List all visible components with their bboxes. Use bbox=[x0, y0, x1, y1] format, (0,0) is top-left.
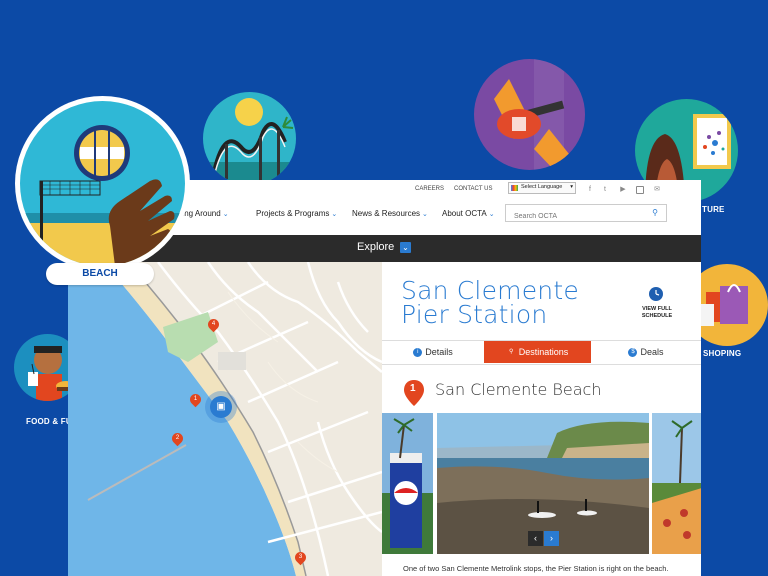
nav-about-octa[interactable]: About OCTA ⌄ bbox=[442, 209, 495, 218]
chevron-down-icon: ▾ bbox=[570, 184, 573, 190]
map-marker-3[interactable]: 3 bbox=[292, 549, 309, 566]
photo-san-clemente-beach bbox=[437, 413, 649, 554]
google-icon bbox=[511, 185, 518, 191]
tab-destinations[interactable]: ⚲ Destinations bbox=[484, 341, 591, 363]
map-marker-number: 1 bbox=[193, 396, 198, 402]
search-input[interactable] bbox=[512, 212, 646, 221]
map-marker-1[interactable]: 1 bbox=[187, 391, 204, 408]
beach-circle-wrap bbox=[15, 96, 190, 271]
station-tabs: i Details ⚲ Destinations $ Deals bbox=[382, 340, 701, 365]
nav-news-resources[interactable]: News & Resources ⌄ bbox=[352, 209, 428, 218]
guitar-icon bbox=[494, 59, 569, 170]
carousel-next-button[interactable]: › bbox=[544, 531, 559, 546]
chevron-down-icon: ⌄ bbox=[222, 211, 229, 218]
photo-drink bbox=[382, 413, 433, 554]
beach-label: BEACH bbox=[82, 268, 118, 279]
chevron-down-icon: ⌄ bbox=[331, 211, 338, 218]
careers-link[interactable]: CAREERS bbox=[415, 186, 444, 192]
map-marker-2[interactable]: 2 bbox=[169, 430, 186, 447]
view-schedule-link[interactable]: VIEW FULL SCHEDULE bbox=[634, 306, 680, 320]
clock-icon[interactable] bbox=[649, 287, 663, 301]
beach-volleyball-icon bbox=[20, 125, 185, 266]
photo-pizza bbox=[652, 413, 701, 554]
destination-title: San Clemente Beach bbox=[435, 380, 602, 399]
destination-description: One of two San Clemente Metrolink stops,… bbox=[403, 564, 669, 573]
explore-label[interactable]: Explore bbox=[357, 241, 394, 253]
shopping-label: SHOPING bbox=[703, 349, 742, 358]
station-title: San Clemente Pier Station bbox=[401, 276, 579, 329]
email-icon[interactable]: ✉ bbox=[653, 186, 661, 194]
tab-details[interactable]: i Details bbox=[382, 341, 484, 363]
destination-number: 1 bbox=[410, 383, 416, 394]
language-select-label: Select Language bbox=[521, 184, 563, 190]
nav-projects-label: Projects & Programs bbox=[256, 209, 330, 218]
chevron-down-icon[interactable]: ⌄ bbox=[400, 242, 411, 253]
station-map[interactable]: ▣ 4 1 2 3 bbox=[68, 262, 382, 576]
language-select[interactable]: Select Language ▾ bbox=[508, 182, 576, 194]
tab-deals[interactable]: $ Deals bbox=[591, 341, 701, 363]
train-icon: ▣ bbox=[210, 396, 232, 418]
station-marker[interactable]: ▣ bbox=[205, 391, 237, 423]
roller-coaster-circle bbox=[203, 92, 296, 185]
chevron-down-icon: ⌄ bbox=[488, 211, 495, 218]
guitar-circle bbox=[474, 59, 585, 170]
map-marker-4[interactable]: 4 bbox=[205, 316, 222, 333]
dollar-icon: $ bbox=[628, 348, 638, 358]
carousel-prev-button[interactable]: ‹ bbox=[528, 531, 543, 546]
beach-label-pill[interactable]: BEACH bbox=[46, 263, 154, 285]
tab-deals-label: Deals bbox=[640, 347, 664, 357]
info-icon: i bbox=[413, 348, 423, 358]
youtube-icon[interactable]: ▶ bbox=[619, 186, 627, 194]
contact-us-link[interactable]: CONTACT US bbox=[454, 186, 492, 192]
nav-about-label: About OCTA bbox=[442, 209, 487, 218]
pin-icon: ⚲ bbox=[509, 349, 514, 356]
search-box: ⚲ bbox=[505, 204, 667, 222]
tab-details-label: Details bbox=[425, 347, 453, 357]
search-icon[interactable]: ⚲ bbox=[652, 208, 658, 217]
culture-label: TURE bbox=[702, 205, 725, 214]
map-marker-number: 4 bbox=[211, 321, 216, 327]
nav-projects-programs[interactable]: Projects & Programs ⌄ bbox=[256, 209, 337, 218]
map-marker-number: 2 bbox=[175, 435, 180, 441]
station-panel: San Clemente Pier Station VIEW FULL SCHED… bbox=[382, 262, 701, 576]
nav-news-label: News & Resources bbox=[352, 209, 421, 218]
food-label: FOOD & FU bbox=[26, 417, 72, 426]
map-marker-number: 3 bbox=[298, 554, 303, 560]
roller-coaster-icon bbox=[203, 98, 296, 185]
twitter-icon[interactable]: t bbox=[601, 186, 609, 194]
instagram-icon[interactable] bbox=[636, 186, 644, 194]
facebook-icon[interactable]: f bbox=[586, 186, 594, 194]
chevron-down-icon: ⌄ bbox=[422, 211, 428, 218]
tab-destinations-label: Destinations bbox=[518, 347, 569, 357]
beach-circle bbox=[20, 101, 185, 266]
